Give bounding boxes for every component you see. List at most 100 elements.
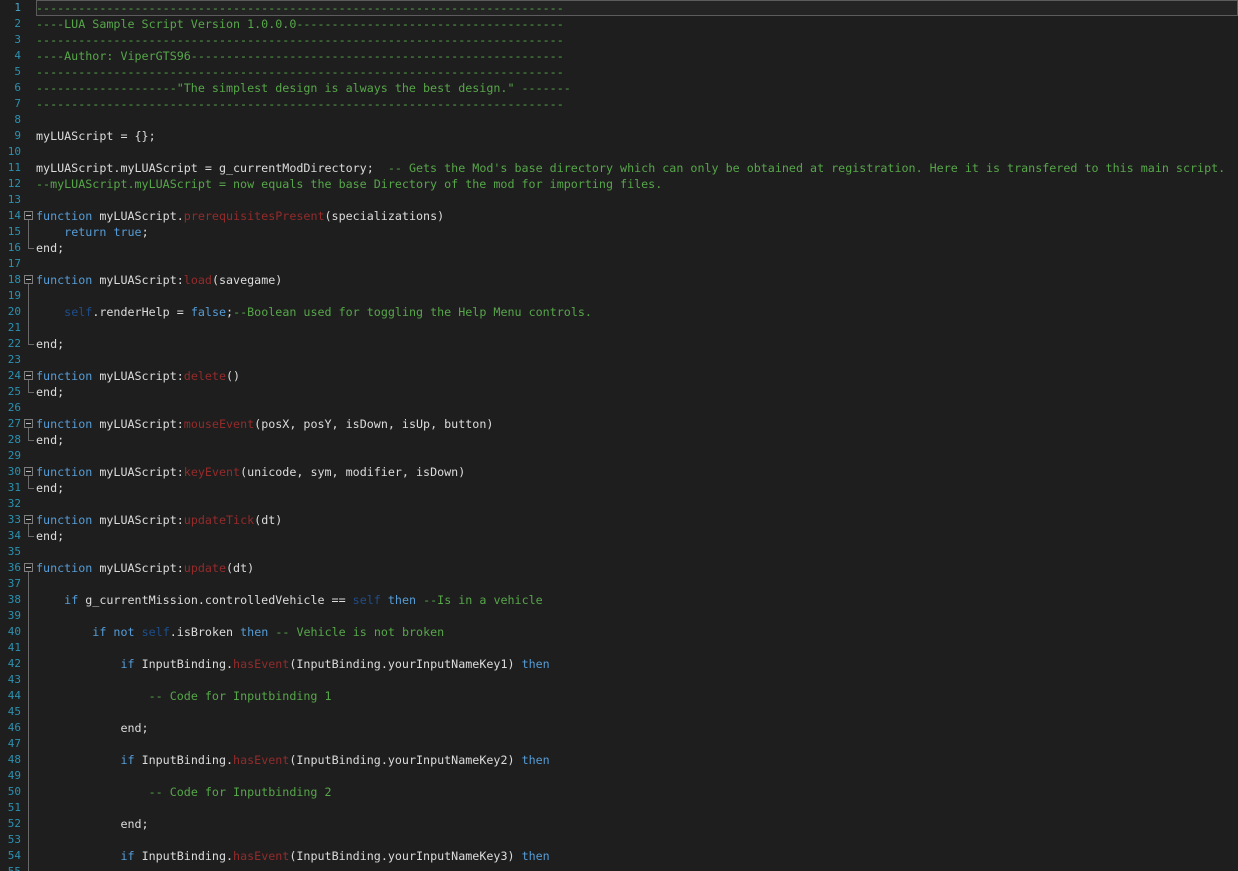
code-line-text[interactable]: [36, 768, 1238, 784]
line-number: 45: [0, 704, 21, 720]
code-line-text[interactable]: self.renderHelp = false;--Boolean used f…: [36, 304, 1238, 320]
code-line: 51: [0, 800, 1238, 816]
code-line-text[interactable]: function myLUAScript:mouseEvent(posX, po…: [36, 416, 1238, 432]
fold-guide-line: [21, 640, 36, 656]
fold-margin: [21, 496, 36, 512]
code-line-text[interactable]: [36, 544, 1238, 560]
code-line-text[interactable]: end;: [36, 816, 1238, 832]
line-number: 15: [0, 224, 21, 240]
line-number: 40: [0, 624, 21, 640]
code-line-text[interactable]: function myLUAScript.prerequisitesPresen…: [36, 208, 1238, 224]
code-line-text[interactable]: myLUAScript.myLUAScript = g_currentModDi…: [36, 160, 1238, 176]
code-line-text[interactable]: [36, 832, 1238, 848]
code-line-text[interactable]: ----------------------------------------…: [36, 96, 1238, 112]
code-line-text[interactable]: function myLUAScript:load(savegame): [36, 272, 1238, 288]
code-line-text[interactable]: [36, 144, 1238, 160]
fold-guide-line: [21, 768, 36, 784]
line-number: 23: [0, 352, 21, 368]
code-line-text[interactable]: end;: [36, 528, 1238, 544]
fold-guide-line: [21, 608, 36, 624]
fold-guide-line: [21, 320, 36, 336]
line-number: 43: [0, 672, 21, 688]
code-line-text[interactable]: ----Author: ViperGTS96------------------…: [36, 48, 1238, 64]
code-line-text[interactable]: function myLUAScript:update(dt): [36, 560, 1238, 576]
fold-guide-line: [21, 688, 36, 704]
code-line-text[interactable]: [36, 192, 1238, 208]
line-number: 5: [0, 64, 21, 80]
code-line: 5 ---------------------------------------…: [0, 64, 1238, 80]
line-number: 22: [0, 336, 21, 352]
code-line-text[interactable]: if InputBinding.hasEvent(InputBinding.yo…: [36, 848, 1238, 864]
code-line-text[interactable]: ----LUA Sample Script Version 1.0.0.0---…: [36, 16, 1238, 32]
code-line-text[interactable]: end;: [36, 336, 1238, 352]
code-line-text[interactable]: [36, 576, 1238, 592]
code-line-text[interactable]: [36, 640, 1238, 656]
code-line-text[interactable]: --myLUAScript.myLUAScript = now equals t…: [36, 176, 1238, 192]
code-line-text[interactable]: return true;: [36, 224, 1238, 240]
code-line-text[interactable]: if InputBinding.hasEvent(InputBinding.yo…: [36, 656, 1238, 672]
code-line-text[interactable]: [36, 496, 1238, 512]
fold-collapse-button[interactable]: [21, 208, 36, 224]
code-line-text[interactable]: [36, 608, 1238, 624]
fold-collapse-button[interactable]: [21, 560, 36, 576]
line-number: 25: [0, 384, 21, 400]
code-line-text[interactable]: end;: [36, 480, 1238, 496]
code-line-text[interactable]: ----------------------------------------…: [36, 32, 1238, 48]
code-line-text[interactable]: [36, 288, 1238, 304]
code-line-text[interactable]: end;: [36, 384, 1238, 400]
code-line-text[interactable]: [36, 448, 1238, 464]
code-line-text[interactable]: end;: [36, 720, 1238, 736]
editor[interactable]: 1---------------------------------------…: [0, 0, 1238, 871]
code-line-text[interactable]: if InputBinding.hasEvent(InputBinding.yo…: [36, 752, 1238, 768]
fold-collapse-button[interactable]: [21, 512, 36, 528]
code-line-text[interactable]: [36, 320, 1238, 336]
code-line: 25 end;: [0, 384, 1238, 400]
fold-end-marker: [21, 240, 36, 256]
code-line-text[interactable]: if not self.isBroken then -- Vehicle is …: [36, 624, 1238, 640]
fold-minus-icon: [24, 275, 33, 284]
code-line-text[interactable]: [36, 704, 1238, 720]
line-number: 20: [0, 304, 21, 320]
code-line: 3 ---------------------------------------…: [0, 32, 1238, 48]
line-number: 12: [0, 176, 21, 192]
code-line-text[interactable]: [36, 112, 1238, 128]
fold-margin: [21, 48, 36, 64]
code-line-text[interactable]: -- Code for Inputbinding 1: [36, 688, 1238, 704]
code-line: 34 end;: [0, 528, 1238, 544]
code-line-text[interactable]: [36, 736, 1238, 752]
code-line-text[interactable]: [36, 672, 1238, 688]
code-line-text[interactable]: --------------------"The simplest design…: [36, 80, 1238, 96]
code-line-text[interactable]: end;: [36, 432, 1238, 448]
fold-collapse-button[interactable]: [21, 368, 36, 384]
code-line-text[interactable]: [36, 400, 1238, 416]
code-line-text[interactable]: -- Code for Inputbinding 2: [36, 784, 1238, 800]
line-number: 38: [0, 592, 21, 608]
code-line-text[interactable]: if g_currentMission.controlledVehicle ==…: [36, 592, 1238, 608]
line-number: 34: [0, 528, 21, 544]
code-line-text[interactable]: end;: [36, 240, 1238, 256]
fold-guide-line: [21, 720, 36, 736]
line-number: 17: [0, 256, 21, 272]
line-number: 3: [0, 32, 21, 48]
fold-collapse-button[interactable]: [21, 416, 36, 432]
code-line-text[interactable]: ----------------------------------------…: [36, 64, 1238, 80]
code-line-text[interactable]: [36, 800, 1238, 816]
code-line: 2----LUA Sample Script Version 1.0.0.0--…: [0, 16, 1238, 32]
code-line-text[interactable]: myLUAScript = {};: [36, 128, 1238, 144]
fold-collapse-button[interactable]: [21, 464, 36, 480]
fold-collapse-button[interactable]: [21, 272, 36, 288]
code-line: 54 if InputBinding.hasEvent(InputBinding…: [0, 848, 1238, 864]
fold-guide-line: [21, 656, 36, 672]
code-line-text[interactable]: [36, 352, 1238, 368]
code-line-text[interactable]: [36, 864, 1238, 871]
line-number: 44: [0, 688, 21, 704]
code-line-text[interactable]: [36, 256, 1238, 272]
code-line-text[interactable]: function myLUAScript:delete(): [36, 368, 1238, 384]
fold-guide-line: [21, 576, 36, 592]
line-number: 51: [0, 800, 21, 816]
code-line-text[interactable]: function myLUAScript:keyEvent(unicode, s…: [36, 464, 1238, 480]
line-number: 31: [0, 480, 21, 496]
line-number: 16: [0, 240, 21, 256]
code-line-text[interactable]: function myLUAScript:updateTick(dt): [36, 512, 1238, 528]
code-line-text[interactable]: ----------------------------------------…: [36, 0, 1238, 16]
